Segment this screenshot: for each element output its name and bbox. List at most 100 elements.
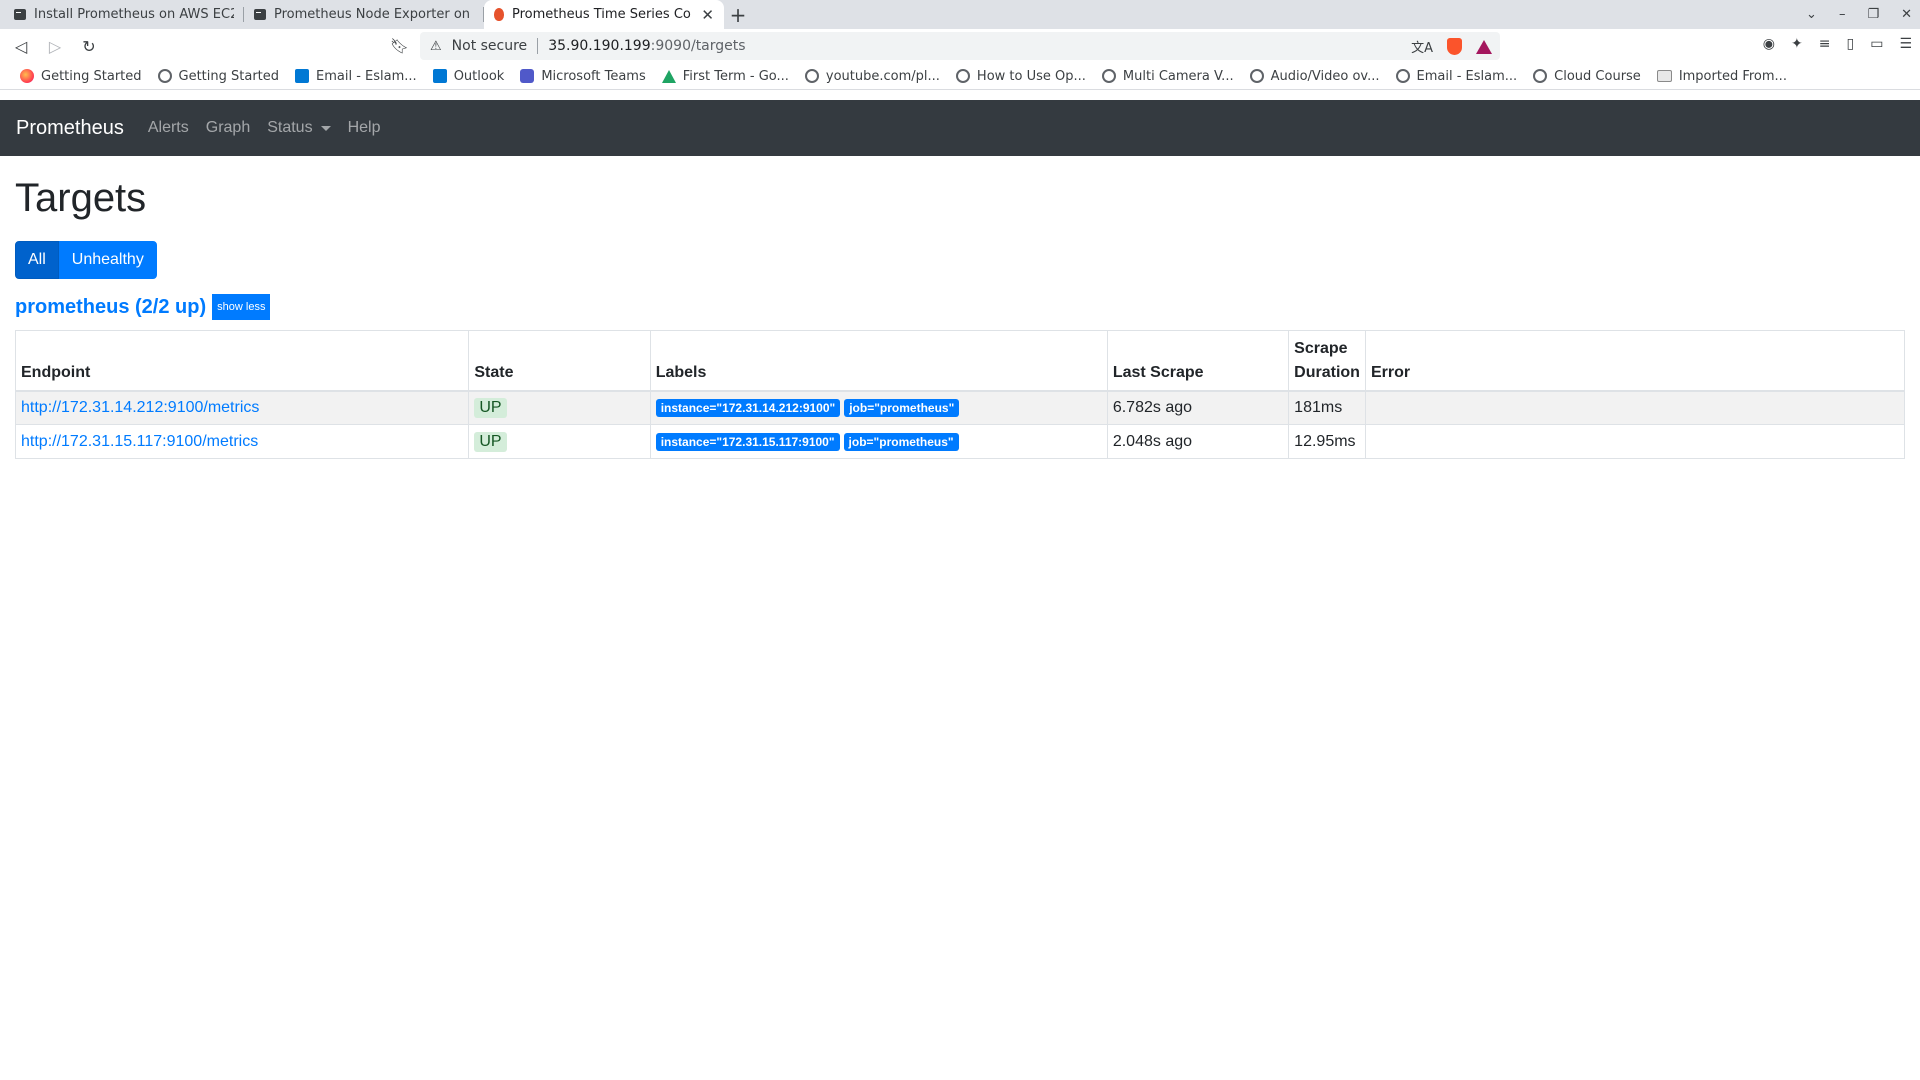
folder-icon: [1656, 70, 1672, 82]
globe-icon: [955, 69, 970, 83]
endpoint-cell: http://172.31.15.117:9100/metrics: [14, 424, 470, 459]
teams-icon: [520, 69, 535, 83]
brave-shield-icon[interactable]: [1447, 38, 1462, 55]
bookmark-item[interactable]: Outlook: [425, 69, 513, 84]
bookmark-label: How to Use Op...: [976, 68, 1086, 84]
bookmark-item[interactable]: Getting Started: [150, 69, 288, 84]
bookmark-label: Cloud Course: [1554, 68, 1641, 84]
bookmark-item[interactable]: Multi Camera V...: [1094, 69, 1242, 84]
drive-icon: [661, 69, 676, 83]
close-window-icon[interactable]: ✕: [1901, 7, 1912, 22]
tab-search-icon[interactable]: ⌄: [1806, 7, 1817, 22]
app-navbar: Prometheus Alerts Graph Status Help: [0, 100, 1920, 156]
bookmark-item[interactable]: How to Use Op...: [948, 69, 1094, 84]
globe-icon: [157, 69, 172, 83]
globe-icon: [1249, 69, 1264, 83]
bookmark-item[interactable]: Imported From...: [1649, 69, 1795, 84]
table-row: http://172.31.14.212:9100/metrics UP ins…: [14, 390, 1906, 425]
new-tab-button[interactable]: +: [724, 0, 752, 29]
firefox-icon: [20, 69, 34, 83]
bookmark-item[interactable]: Audio/Video ov...: [1242, 69, 1388, 84]
bookmark-label: Audio/Video ov...: [1270, 68, 1380, 84]
table-header-row: Endpoint State Labels Last Scrape Scrape…: [14, 330, 1906, 392]
playlist-icon[interactable]: ≡: [1819, 36, 1831, 52]
bookmark-item[interactable]: Getting Started: [12, 69, 150, 84]
bookmark-label: First Term - Go...: [682, 68, 789, 84]
endpoint-link[interactable]: http://172.31.14.212:9100/metrics: [21, 399, 259, 416]
last-scrape-cell: 6.782s ago: [1106, 390, 1290, 425]
browser-tab-strip: Install Prometheus on AWS EC2 Prometheus…: [0, 0, 1920, 29]
bookmark-item[interactable]: Email - Eslam...: [1388, 69, 1526, 84]
job-title-link[interactable]: prometheus (2/2 up): [15, 296, 206, 319]
state-cell: UP: [468, 390, 651, 425]
bookmark-icon[interactable]: 🔖︎: [390, 37, 409, 55]
labels-cell: instance="172.31.14.212:9100" job="promet…: [649, 390, 1108, 425]
error-cell: [1364, 424, 1906, 459]
endpoint-link[interactable]: http://172.31.15.117:9100/metrics: [21, 433, 258, 450]
bookmark-item[interactable]: Cloud Course: [1525, 69, 1649, 84]
address-divider: [537, 38, 539, 54]
nav-status-dropdown[interactable]: Status: [267, 119, 331, 137]
back-button[interactable]: ◁: [8, 33, 34, 59]
warning-icon[interactable]: ⚠: [430, 39, 442, 54]
scrape-duration-cell: 181ms: [1288, 390, 1366, 425]
translate-icon[interactable]: 文A: [1411, 37, 1433, 56]
targets-table: Endpoint State Labels Last Scrape Scrape…: [14, 330, 1906, 459]
minimize-icon[interactable]: –: [1839, 7, 1846, 22]
nav-alerts[interactable]: Alerts: [148, 119, 189, 137]
bookmark-item[interactable]: Microsoft Teams: [512, 69, 653, 84]
column-header-labels: Labels: [649, 330, 1108, 392]
puzzle-icon[interactable]: ✦: [1791, 36, 1803, 52]
show-less-button[interactable]: show less: [212, 294, 271, 320]
bookmarks-bar: Getting Started Getting Started Email - …: [0, 63, 1920, 90]
extension-toolbar: ◉ ✦ ≡ ▯ ▭ ☰: [1763, 36, 1912, 52]
restore-icon[interactable]: ❐: [1867, 7, 1879, 22]
address-bar[interactable]: ⚠ Not secure 35.90.190.199:9090/targets …: [420, 32, 1500, 60]
menu-icon[interactable]: ☰: [1899, 36, 1912, 52]
globe-icon: [804, 69, 819, 83]
close-tab-icon[interactable]: ✕: [701, 6, 714, 24]
forward-button[interactable]: ▷: [42, 33, 68, 59]
sidebar-icon[interactable]: ▯: [1846, 36, 1854, 52]
address-path[interactable]: :9090/targets: [651, 38, 746, 54]
filter-unhealthy-button[interactable]: Unhealthy: [58, 241, 157, 279]
browser-tab-active[interactable]: Prometheus Time Series Co ✕: [484, 0, 724, 29]
bookmark-label: Microsoft Teams: [541, 68, 646, 84]
bookmark-label: Multi Camera V...: [1122, 68, 1234, 84]
column-header-scrape-duration: Scrape Duration: [1288, 330, 1366, 392]
bookmark-label: Email - Eslam...: [1416, 68, 1518, 84]
state-badge: UP: [474, 431, 507, 452]
globe-icon: [1101, 69, 1116, 83]
label-badge-job: job="prometheus": [844, 398, 960, 417]
brave-rewards-icon[interactable]: [1476, 39, 1492, 54]
label-badge-instance: instance="172.31.15.117:9100": [655, 432, 840, 451]
error-cell: [1364, 390, 1906, 425]
bookmark-item[interactable]: Email - Eslam...: [287, 69, 425, 84]
page-title: Targets: [15, 176, 147, 220]
brand-link[interactable]: Prometheus: [16, 117, 124, 140]
security-label[interactable]: Not secure: [452, 38, 528, 54]
bookmark-item[interactable]: First Term - Go...: [654, 69, 797, 84]
reload-button[interactable]: ↻: [76, 33, 102, 59]
column-header-endpoint: Endpoint: [14, 330, 470, 392]
filter-all-button[interactable]: All: [15, 241, 59, 279]
browser-toolbar: ◁ ▷ ↻ 🔖︎ ⚠ Not secure 35.90.190.199:9090…: [0, 29, 1920, 63]
extension-icon[interactable]: ◉: [1763, 36, 1775, 52]
address-host[interactable]: 35.90.190.199: [548, 38, 650, 54]
browser-tab[interactable]: Install Prometheus on AWS EC2: [4, 0, 244, 29]
filter-button-group: All Unhealthy: [15, 241, 1905, 279]
browser-tab[interactable]: Prometheus Node Exporter on: [244, 0, 484, 29]
nav-status-label: Status: [267, 119, 313, 136]
scrape-duration-cell: 12.95ms: [1288, 424, 1366, 459]
column-header-error: Error: [1364, 330, 1906, 392]
bookmark-item[interactable]: youtube.com/pl...: [797, 69, 948, 84]
globe-icon: [1395, 69, 1410, 83]
omnibox-actions: 文A: [1411, 37, 1492, 56]
tab-label: Prometheus Time Series Co: [512, 7, 691, 22]
nav-help[interactable]: Help: [348, 119, 381, 137]
wallet-icon[interactable]: ▭: [1870, 36, 1883, 52]
endpoint-cell: http://172.31.14.212:9100/metrics: [14, 390, 470, 425]
nav-graph[interactable]: Graph: [206, 119, 250, 137]
main-content: Targets All Unhealthy prometheus (2/2 up…: [14, 156, 1906, 459]
window-controls: ⌄ – ❐ ✕: [1806, 0, 1912, 29]
